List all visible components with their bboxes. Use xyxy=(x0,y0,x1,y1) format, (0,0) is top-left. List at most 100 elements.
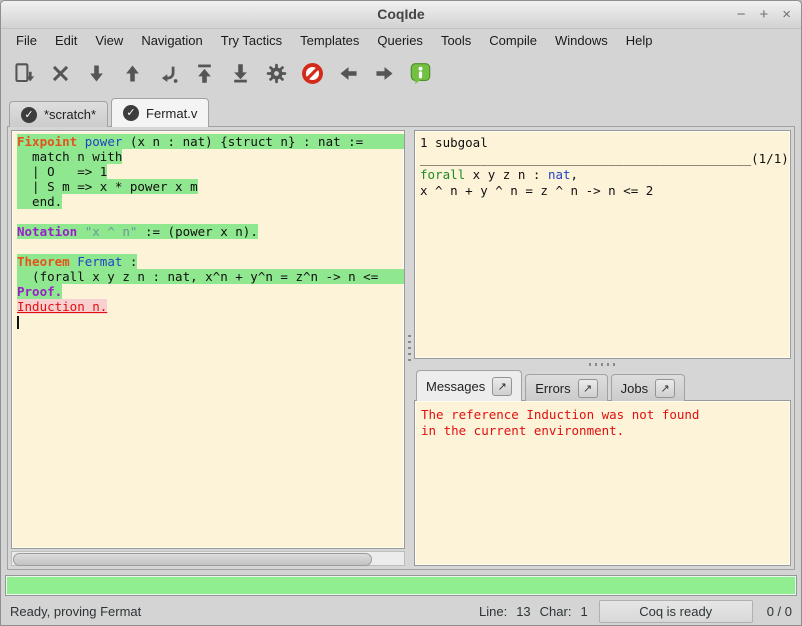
tab-fermat-v[interactable]: ✓ Fermat.v xyxy=(111,98,209,127)
forward-icon xyxy=(373,62,396,85)
go-to-end-icon xyxy=(229,62,252,85)
status-bar: Ready, proving Fermat Line: 13 Char: 1 C… xyxy=(1,597,801,625)
menu-view[interactable]: View xyxy=(86,31,132,50)
titlebar[interactable]: CoqIde − + × xyxy=(1,1,801,29)
code-line-13[interactable] xyxy=(17,314,404,329)
new-document-button[interactable] xyxy=(9,58,39,88)
horizontal-splitter[interactable] xyxy=(414,359,791,369)
maximize-button[interactable]: + xyxy=(759,6,768,23)
window-title: CoqIde xyxy=(1,1,801,28)
menu-edit[interactable]: Edit xyxy=(46,31,86,50)
code-segment: "x ^ n" xyxy=(85,224,138,239)
code-segment: (x n : nat) {struct n} : nat := xyxy=(122,134,363,149)
detach-button[interactable]: ↗ xyxy=(492,377,512,396)
back-button[interactable] xyxy=(333,58,363,88)
goal-segment: , xyxy=(571,167,579,182)
char-label: Char: xyxy=(540,604,572,619)
menu-tools[interactable]: Tools xyxy=(432,31,480,50)
goals-panel[interactable]: 1 subgoal_______________________________… xyxy=(414,130,791,359)
code-line-1[interactable]: Fixpoint power (x n : nat) {struct n} : … xyxy=(17,134,404,149)
check-icon: ✓ xyxy=(123,105,139,121)
goal-segment: 1 subgoal xyxy=(420,135,488,150)
close-button[interactable] xyxy=(45,58,75,88)
code-line-12[interactable]: Induction n. xyxy=(17,299,404,314)
detach-button[interactable]: ↗ xyxy=(655,379,675,398)
menu-help[interactable]: Help xyxy=(617,31,662,50)
main-area: Fixpoint power (x n : nat) {struct n} : … xyxy=(7,126,795,570)
splitter-grip-icon xyxy=(589,363,617,366)
close-icon xyxy=(49,62,72,85)
script-editor[interactable]: Fixpoint power (x n : nat) {struct n} : … xyxy=(11,130,405,549)
scrollbar-thumb[interactable] xyxy=(13,553,372,566)
about-button[interactable] xyxy=(405,58,435,88)
coq-status[interactable]: Coq is ready xyxy=(599,600,753,623)
code-line-5[interactable]: end. xyxy=(17,194,404,209)
code-segment xyxy=(77,224,85,239)
minimize-button[interactable]: − xyxy=(737,6,746,23)
back-icon xyxy=(337,62,360,85)
code-line-3[interactable]: | O => 1 xyxy=(17,164,404,179)
code-line-7[interactable]: Notation "x ^ n" := (power x n). xyxy=(17,224,404,239)
step-backward-icon xyxy=(121,62,144,85)
status-right: Line: 13 Char: 1 Coq is ready 0 / 0 xyxy=(479,600,792,623)
forward-button[interactable] xyxy=(369,58,399,88)
menu-bar: FileEditViewNavigationTry TacticsTemplat… xyxy=(1,29,801,52)
editor-tab-bar: ✓*scratch* ✓ Fermat.v xyxy=(9,98,209,127)
window-controls: − + × xyxy=(737,1,791,28)
horizontal-scrollbar[interactable] xyxy=(11,551,405,566)
go-to-cursor-button[interactable] xyxy=(153,58,183,88)
code-line-2[interactable]: match n with xyxy=(17,149,404,164)
restart-button[interactable] xyxy=(189,58,219,88)
text-cursor xyxy=(17,316,19,329)
menu-queries[interactable]: Queries xyxy=(368,31,432,50)
menu-compile[interactable]: Compile xyxy=(480,31,546,50)
code-line-8[interactable] xyxy=(17,239,404,254)
tab-jobs[interactable]: Jobs↗ xyxy=(611,374,685,401)
step-forward-button[interactable] xyxy=(81,58,111,88)
settings-button[interactable] xyxy=(261,58,291,88)
code-line-9[interactable]: Theorem Fermat : xyxy=(17,254,404,269)
go-to-end-button[interactable] xyxy=(225,58,255,88)
line-value: 13 xyxy=(516,604,530,619)
detach-button[interactable]: ↗ xyxy=(578,379,598,398)
goal-segment: ________________________________________… xyxy=(420,151,789,166)
code-line-11[interactable]: Proof. xyxy=(17,284,404,299)
menu-templates[interactable]: Templates xyxy=(291,31,368,50)
tab-messages[interactable]: Messages↗ xyxy=(416,370,522,401)
vertical-splitter[interactable] xyxy=(405,130,414,566)
sentence-highlight: | S m => x * power x m xyxy=(17,179,198,194)
code-segment: | O => 1 xyxy=(17,164,107,179)
sentence-highlight: match n with xyxy=(17,149,122,164)
code-segment: power xyxy=(85,134,123,149)
code-segment: Notation xyxy=(17,224,77,239)
menu-try-tactics[interactable]: Try Tactics xyxy=(212,31,291,50)
message-tab-bar: Messages↗Errors↗Jobs↗ xyxy=(416,370,685,401)
sentence-highlight: Theorem Fermat : xyxy=(17,254,137,269)
code-segment: Induction n. xyxy=(17,299,107,314)
restart-icon xyxy=(193,62,216,85)
goal-line-3: forall x y z n : nat, xyxy=(420,167,790,183)
close-button[interactable]: × xyxy=(782,6,791,23)
code-segment: Proof. xyxy=(17,284,62,299)
about-icon xyxy=(409,62,432,85)
code-line-6[interactable] xyxy=(17,209,404,224)
new-document-icon xyxy=(13,62,36,85)
menu-navigation[interactable]: Navigation xyxy=(132,31,211,50)
messages-panel[interactable]: The reference Induction was not foundin … xyxy=(414,400,791,566)
code-segment xyxy=(77,134,85,149)
goal-segment: x ^ n + y ^ n = z ^ n -> n <= 2 xyxy=(420,183,653,198)
code-segment: (forall x y z n : nat, x^n + y^n = z^n -… xyxy=(17,269,378,284)
step-backward-button[interactable] xyxy=(117,58,147,88)
code-line-10[interactable]: (forall x y z n : nat, x^n + y^n = z^n -… xyxy=(17,269,404,284)
code-segment: Fermat xyxy=(77,254,122,269)
tab-scratch[interactable]: ✓*scratch* xyxy=(9,101,108,127)
interrupt-button[interactable] xyxy=(297,58,327,88)
code-line-4[interactable]: | S m => x * power x m xyxy=(17,179,404,194)
menu-file[interactable]: File xyxy=(7,31,46,50)
coqide-window: CoqIde − + × FileEditViewNavigationTry T… xyxy=(0,0,802,626)
tab-errors[interactable]: Errors↗ xyxy=(525,374,607,401)
sentence-highlight: Notation "x ^ n" := (power x n). xyxy=(17,224,258,239)
menu-windows[interactable]: Windows xyxy=(546,31,617,50)
tab-label: Fermat.v xyxy=(146,106,197,121)
right-column: 1 subgoal_______________________________… xyxy=(414,130,791,566)
